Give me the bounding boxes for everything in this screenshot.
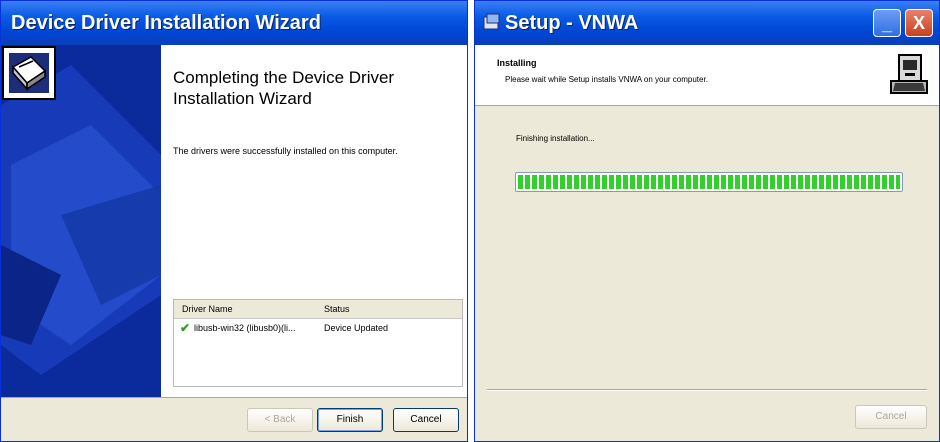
installing-description: Please wait while Setup installs VNWA on…	[505, 75, 708, 84]
table-row[interactable]: ✔ libusb-win32 (libusb0)(li... Device Up…	[174, 319, 462, 337]
wizard-title-bar[interactable]: Device Driver Installation Wizard	[1, 1, 467, 45]
wizard-sidebar-banner	[1, 45, 161, 397]
column-header-status[interactable]: Status	[324, 300, 350, 318]
setup-cancel-button[interactable]: Cancel	[855, 405, 927, 429]
installing-heading: Installing	[497, 58, 537, 68]
setup-vnwa-window: Setup - VNWA _ X Installing Please wait …	[474, 0, 940, 442]
wizard-heading: Completing the Device Driver Installatio…	[173, 68, 395, 108]
column-header-driver-name[interactable]: Driver Name	[182, 300, 233, 318]
back-button[interactable]: < Back	[247, 408, 313, 432]
install-status-text: Finishing installation...	[516, 134, 595, 143]
driver-name-cell: libusb-win32 (libusb0)(li...	[194, 323, 296, 333]
progress-bar-fill	[518, 175, 900, 189]
driver-table-header: Driver Name Status	[174, 300, 462, 319]
button-separator	[487, 389, 927, 391]
setup-window-title: Setup - VNWA	[505, 12, 639, 34]
wizard-window-title: Device Driver Installation Wizard	[11, 12, 321, 34]
driver-status-cell: Device Updated	[324, 323, 389, 333]
wizard-content-panel: Completing the Device Driver Installatio…	[161, 45, 467, 397]
finish-button[interactable]: Finish	[317, 408, 383, 432]
device-driver-wizard-window: Device Driver Installation Wizard Comple…	[0, 0, 468, 442]
driver-list-table[interactable]: Driver Name Status ✔ libusb-win32 (libus…	[173, 299, 463, 387]
minimize-button[interactable]: _	[873, 9, 901, 37]
setup-title-bar[interactable]: Setup - VNWA _ X	[475, 1, 939, 45]
wizard-success-message: The drivers were successfully installed …	[173, 146, 398, 156]
check-icon: ✔	[180, 321, 191, 335]
computer-install-icon	[890, 54, 928, 94]
setup-app-icon	[483, 13, 500, 30]
cancel-button[interactable]: Cancel	[393, 408, 459, 432]
install-progress-bar	[515, 172, 903, 192]
close-button[interactable]: X	[905, 9, 933, 37]
setup-header-panel: Installing Please wait while Setup insta…	[475, 45, 939, 106]
wizard-button-bar: < Back Finish Cancel	[1, 397, 467, 441]
wizard-hardware-icon	[2, 46, 56, 100]
